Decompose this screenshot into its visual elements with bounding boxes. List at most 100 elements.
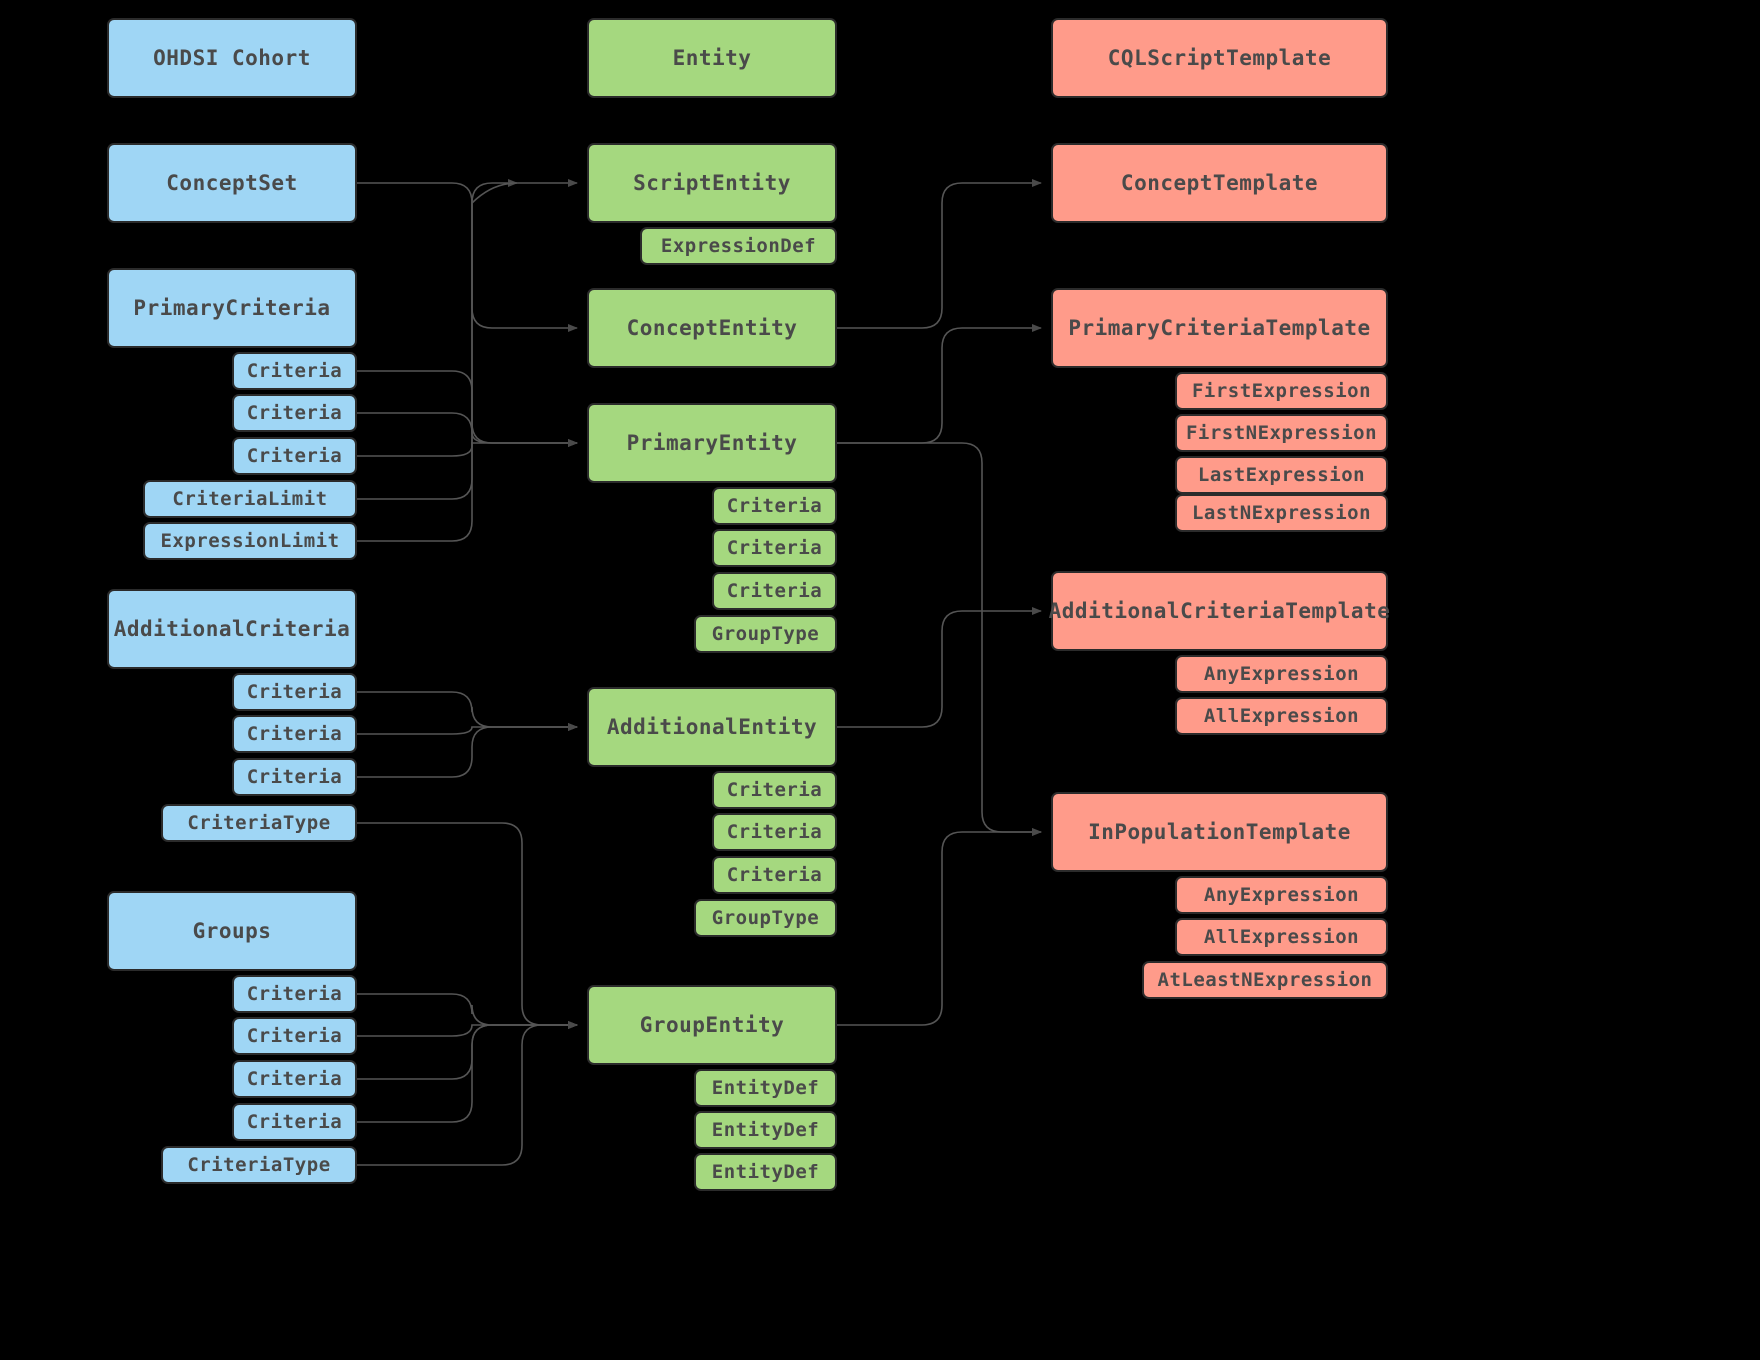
- node-entitydef[interactable]: EntityDef: [694, 1111, 837, 1149]
- node-lastexpression[interactable]: LastExpression: [1175, 456, 1388, 494]
- node-label: Criteria: [726, 495, 823, 517]
- edge-n23b-to-n47: [837, 442, 1042, 836]
- node-label: EntityDef: [711, 1161, 820, 1183]
- node-criteria[interactable]: Criteria: [232, 673, 357, 711]
- node-criteria[interactable]: Criteria: [712, 813, 837, 851]
- node-criteria[interactable]: Criteria: [712, 856, 837, 894]
- edge-n10-to-n28: [357, 723, 578, 735]
- node-additionalcriteriatemplate[interactable]: AdditionalCriteriaTemplate: [1048, 571, 1391, 651]
- node-criterialimit[interactable]: CriteriaLimit: [143, 480, 357, 518]
- node-grouptype[interactable]: GroupType: [694, 899, 837, 937]
- node-concepttemplate[interactable]: ConceptTemplate: [1051, 143, 1388, 223]
- node-criteria[interactable]: Criteria: [712, 487, 837, 525]
- node-primarycriteriatemplate[interactable]: PrimaryCriteriaTemplate: [1051, 288, 1388, 368]
- node-allexpression[interactable]: AllExpression: [1175, 697, 1388, 735]
- node-entity[interactable]: Entity: [587, 18, 837, 98]
- node-label: Criteria: [246, 402, 343, 424]
- node-label: ConceptSet: [166, 171, 298, 195]
- node-label: FirstExpression: [1191, 380, 1372, 402]
- node-label: AllExpression: [1203, 705, 1360, 727]
- edge-n1-to-n22: [357, 182, 578, 332]
- node-criteriatype[interactable]: CriteriaType: [161, 804, 357, 842]
- node-label: EntityDef: [711, 1119, 820, 1141]
- node-label: Criteria: [246, 723, 343, 745]
- node-anyexpression[interactable]: AnyExpression: [1175, 655, 1388, 693]
- node-additionalcriteria[interactable]: AdditionalCriteria: [107, 589, 357, 669]
- node-criteria[interactable]: Criteria: [712, 771, 837, 809]
- node-groupentity[interactable]: GroupEntity: [587, 985, 837, 1065]
- node-criteria[interactable]: Criteria: [232, 975, 357, 1013]
- node-lastnexpression[interactable]: LastNExpression: [1175, 494, 1388, 532]
- node-criteria[interactable]: Criteria: [232, 352, 357, 390]
- node-ohdsi-cohort[interactable]: OHDSI Cohort: [107, 18, 357, 98]
- node-scriptentity[interactable]: ScriptEntity: [587, 143, 837, 223]
- node-label: ExpressionDef: [660, 235, 817, 257]
- edge-n11-to-n28: [357, 723, 578, 778]
- node-criteriatype[interactable]: CriteriaType: [161, 1146, 357, 1184]
- node-label: AdditionalCriteria: [113, 617, 351, 641]
- node-label: Criteria: [726, 864, 823, 886]
- node-allexpression[interactable]: AllExpression: [1175, 918, 1388, 956]
- edge-n12-to-n33: [357, 822, 578, 1029]
- edge-n18-to-n33: [357, 1021, 578, 1166]
- node-label: ExpressionLimit: [160, 530, 340, 552]
- node-label: Entity: [672, 46, 752, 70]
- node-atleastnexpression[interactable]: AtLeastNExpression: [1142, 961, 1388, 999]
- node-anyexpression[interactable]: AnyExpression: [1175, 876, 1388, 914]
- node-groups[interactable]: Groups: [107, 891, 357, 971]
- node-criteria[interactable]: Criteria: [232, 758, 357, 796]
- node-grouptype[interactable]: GroupType: [694, 615, 837, 653]
- node-criteria[interactable]: Criteria: [232, 437, 357, 475]
- node-conceptentity[interactable]: ConceptEntity: [587, 288, 837, 368]
- node-label: Criteria: [726, 537, 823, 559]
- edge-n15-to-n33: [357, 1021, 578, 1037]
- node-label: LastExpression: [1197, 464, 1366, 486]
- node-label: Criteria: [246, 360, 343, 382]
- node-label: OHDSI Cohort: [153, 46, 311, 70]
- node-conceptset[interactable]: ConceptSet: [107, 143, 357, 223]
- node-criteria[interactable]: Criteria: [232, 1017, 357, 1055]
- node-label: ConceptEntity: [626, 316, 798, 340]
- edge-n7-to-n20: [357, 179, 578, 542]
- edge-n33-to-n47: [837, 828, 1042, 1026]
- node-criteria[interactable]: Criteria: [712, 572, 837, 610]
- node-label: PrimaryCriteriaTemplate: [1068, 316, 1371, 340]
- edge-n6-to-n20: [357, 179, 518, 500]
- node-criteria[interactable]: Criteria: [232, 715, 357, 753]
- node-criteria[interactable]: Criteria: [712, 529, 837, 567]
- node-label: AnyExpression: [1203, 663, 1360, 685]
- node-label: Criteria: [726, 580, 823, 602]
- node-label: AdditionalEntity: [606, 715, 818, 739]
- node-label: AdditionalCriteriaTemplate: [1048, 599, 1391, 623]
- node-expressionlimit[interactable]: ExpressionLimit: [143, 522, 357, 560]
- node-label: Criteria: [246, 1111, 343, 1133]
- node-criteria[interactable]: Criteria: [232, 1060, 357, 1098]
- node-criteria[interactable]: Criteria: [232, 394, 357, 432]
- node-firstnexpression[interactable]: FirstNExpression: [1175, 414, 1388, 452]
- edge-n4-to-n23: [357, 412, 578, 447]
- node-label: ScriptEntity: [633, 171, 791, 195]
- node-cqlscripttemplate[interactable]: CQLScriptTemplate: [1051, 18, 1388, 98]
- node-label: Criteria: [726, 779, 823, 801]
- edge-n14-to-n33: [357, 993, 578, 1029]
- node-label: AllExpression: [1203, 926, 1360, 948]
- node-label: Criteria: [246, 983, 343, 1005]
- node-expressiondef[interactable]: ExpressionDef: [640, 227, 837, 265]
- node-criteria[interactable]: Criteria: [232, 1103, 357, 1141]
- node-primarycriteria[interactable]: PrimaryCriteria: [107, 268, 357, 348]
- node-label: LastNExpression: [1191, 502, 1372, 524]
- edge-n22-to-n38: [837, 179, 1042, 329]
- node-label: GroupType: [711, 623, 820, 645]
- node-entitydef[interactable]: EntityDef: [694, 1069, 837, 1107]
- node-label: CriteriaLimit: [172, 488, 328, 510]
- node-label: Groups: [192, 919, 272, 943]
- node-label: ConceptTemplate: [1120, 171, 1319, 195]
- node-label: Criteria: [246, 766, 343, 788]
- node-additionalentity[interactable]: AdditionalEntity: [587, 687, 837, 767]
- node-label: Criteria: [246, 1025, 343, 1047]
- node-firstexpression[interactable]: FirstExpression: [1175, 372, 1388, 410]
- node-primaryentity[interactable]: PrimaryEntity: [587, 403, 837, 483]
- node-label: PrimaryEntity: [626, 431, 798, 455]
- node-inpopulationtemplate[interactable]: InPopulationTemplate: [1051, 792, 1388, 872]
- node-entitydef[interactable]: EntityDef: [694, 1153, 837, 1191]
